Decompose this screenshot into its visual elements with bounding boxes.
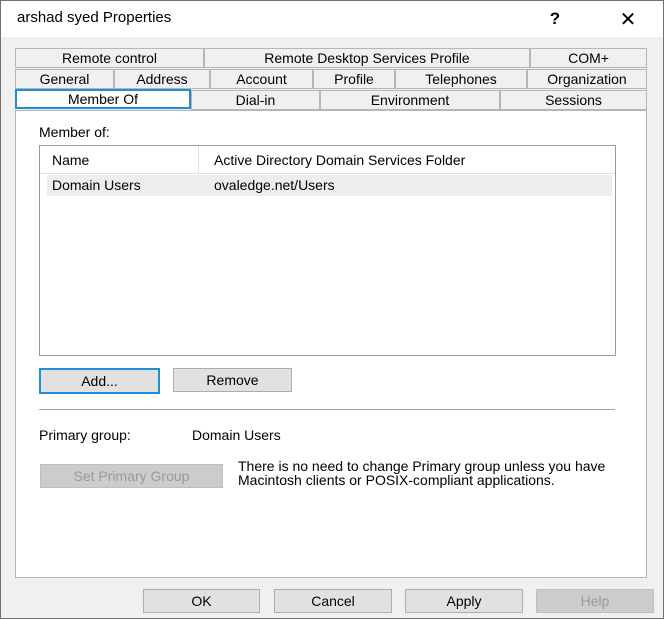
tab-remote-control[interactable]: Remote control	[15, 48, 204, 68]
separator	[39, 409, 615, 410]
tab-member-of[interactable]: Member Of	[15, 89, 191, 109]
tab-general[interactable]: General	[15, 69, 114, 89]
tab-profile[interactable]: Profile	[313, 69, 395, 89]
primary-group-note: There is no need to change Primary group…	[238, 458, 606, 488]
tab-dial-in[interactable]: Dial-in	[191, 90, 320, 110]
list-item[interactable]: Domain Users ovaledge.net/Users	[47, 175, 612, 196]
window-title: arshad syed Properties	[17, 9, 172, 26]
member-of-label: Member of:	[39, 124, 110, 140]
remove-button[interactable]: Remove	[173, 368, 292, 392]
column-header-folder[interactable]: Active Directory Domain Services Folder	[214, 152, 465, 168]
list-header: Name Active Directory Domain Services Fo…	[40, 146, 615, 174]
help-icon[interactable]: ?	[532, 3, 578, 35]
properties-dialog: arshad syed Properties ? ✕ Remote contro…	[0, 0, 664, 619]
tab-com-plus[interactable]: COM+	[530, 48, 647, 68]
column-divider[interactable]	[198, 146, 199, 173]
set-primary-group-button[interactable]: Set Primary Group	[40, 464, 223, 488]
close-icon[interactable]: ✕	[605, 3, 651, 35]
tab-account[interactable]: Account	[210, 69, 313, 89]
tab-strip: Remote control Remote Desktop Services P…	[1, 37, 663, 111]
tab-organization[interactable]: Organization	[527, 69, 647, 89]
ok-button[interactable]: OK	[143, 589, 260, 613]
apply-button[interactable]: Apply	[405, 589, 523, 613]
add-button[interactable]: Add...	[39, 368, 160, 394]
member-of-panel: Member of: Name Active Directory Domain …	[15, 110, 647, 578]
tab-telephones[interactable]: Telephones	[395, 69, 527, 89]
tab-environment[interactable]: Environment	[320, 90, 500, 110]
cancel-button[interactable]: Cancel	[274, 589, 392, 613]
primary-group-label: Primary group:	[39, 427, 131, 443]
member-of-list[interactable]: Name Active Directory Domain Services Fo…	[39, 145, 616, 356]
tab-address[interactable]: Address	[114, 69, 210, 89]
help-button[interactable]: Help	[536, 589, 654, 613]
tab-rds-profile[interactable]: Remote Desktop Services Profile	[204, 48, 530, 68]
column-header-name[interactable]: Name	[52, 152, 89, 168]
primary-group-value: Domain Users	[192, 427, 281, 443]
group-name-cell: Domain Users	[52, 177, 141, 193]
title-bar: arshad syed Properties ? ✕	[1, 1, 663, 37]
group-folder-cell: ovaledge.net/Users	[214, 177, 335, 193]
tab-sessions[interactable]: Sessions	[500, 90, 647, 110]
